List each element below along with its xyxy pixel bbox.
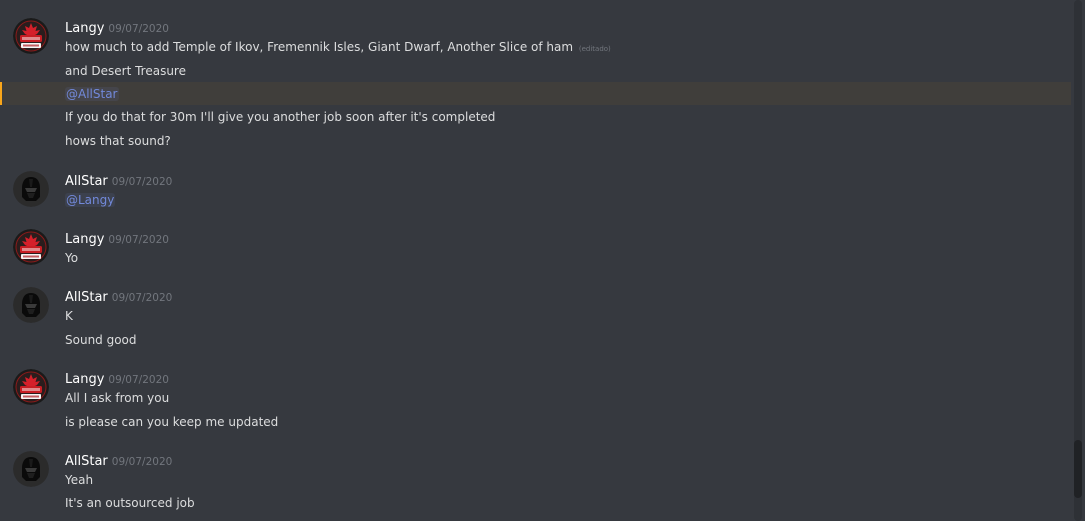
- message-timestamp: 09/07/2020: [108, 23, 169, 35]
- message-text: and Desert Treasure: [65, 64, 186, 78]
- message-author[interactable]: AllStar: [65, 454, 108, 469]
- message-text: Yo: [65, 251, 79, 265]
- message-author[interactable]: Langy: [65, 372, 104, 387]
- message-line: is please can you keep me updated: [65, 414, 278, 430]
- user-mention[interactable]: @AllStar: [65, 87, 119, 101]
- mention-highlight-bar: [0, 82, 2, 105]
- dark-helmet-icon[interactable]: [13, 287, 49, 323]
- message-text: All I ask from you: [65, 391, 170, 405]
- message-author[interactable]: AllStar: [65, 174, 108, 189]
- scrollbar-thumb[interactable]: [1074, 440, 1082, 498]
- maple-leaf-badge-icon[interactable]: [13, 229, 49, 265]
- dark-helmet-icon[interactable]: [13, 171, 49, 207]
- message-text: Sound good: [65, 333, 137, 347]
- message-text: is please can you keep me updated: [65, 415, 279, 429]
- message-text: Yeah: [65, 473, 94, 487]
- message-author[interactable]: Langy: [65, 21, 104, 36]
- dark-helmet-icon[interactable]: [13, 451, 49, 487]
- message-line: K: [65, 308, 73, 324]
- message-text: how much to add Temple of Ikov, Fremenni…: [65, 40, 574, 54]
- message-timestamp: 09/07/2020: [111, 456, 173, 468]
- message-line: and Desert Treasure: [65, 63, 186, 79]
- message-line: Sound good: [65, 332, 137, 348]
- chat-message-list[interactable]: Langy 09/07/2020 how much to add Temple o…: [0, 0, 1085, 521]
- maple-leaf-badge-icon[interactable]: [13, 18, 49, 54]
- message-line: All I ask from you: [65, 390, 169, 406]
- mention-highlight-row: [0, 82, 1071, 105]
- message-line: @AllStar: [65, 86, 119, 102]
- message-timestamp: 09/07/2020: [108, 374, 169, 386]
- edited-label: (editado): [578, 45, 611, 53]
- message-line: how much to add Temple of Ikov, Fremenni…: [65, 39, 611, 57]
- message-line: If you do that for 30m I'll give you ano…: [65, 109, 495, 125]
- message-author[interactable]: AllStar: [65, 290, 108, 305]
- message-timestamp: 09/07/2020: [111, 292, 173, 304]
- message-timestamp: 09/07/2020: [108, 234, 169, 246]
- message-text: K: [65, 309, 73, 323]
- user-mention[interactable]: @Langy: [65, 193, 116, 207]
- message-text: It's an outsourced job: [65, 496, 195, 510]
- message-text: If you do that for 30m I'll give you ano…: [65, 110, 496, 124]
- message-line: hows that sound?: [65, 133, 171, 149]
- message-line: Yeah: [65, 472, 93, 488]
- message-line: @Langy: [65, 192, 116, 208]
- maple-leaf-badge-icon[interactable]: [13, 369, 49, 405]
- message-timestamp: 09/07/2020: [111, 176, 173, 188]
- message-line: Yo: [65, 250, 78, 266]
- message-text: hows that sound?: [65, 134, 171, 148]
- message-author[interactable]: Langy: [65, 232, 104, 247]
- message-line: It's an outsourced job: [65, 495, 195, 511]
